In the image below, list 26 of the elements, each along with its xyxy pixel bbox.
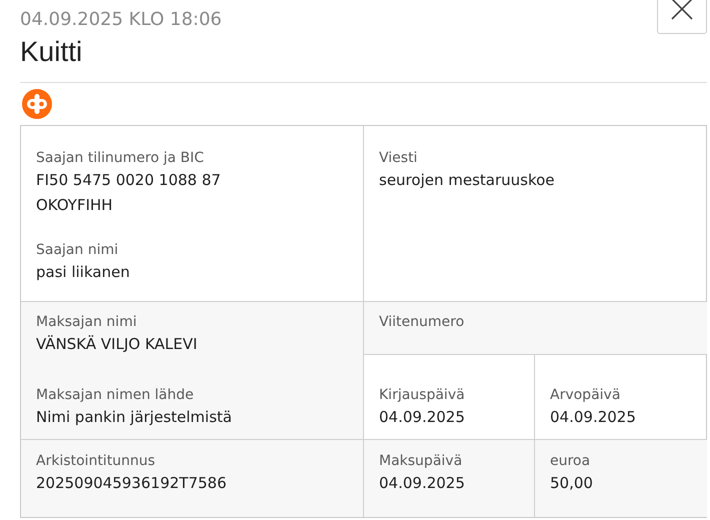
field-value: 04.09.2025 xyxy=(379,407,465,428)
field-value: 04.09.2025 xyxy=(550,407,636,428)
field-value: Nimi pankin järjestelmistä xyxy=(36,407,232,428)
close-icon xyxy=(670,0,694,21)
field-value: pasi liikanen xyxy=(36,262,130,283)
field-label: Viitenumero xyxy=(379,313,464,332)
field-value: VÄNSKÄ VILJO KALEVI xyxy=(36,334,198,355)
bank-logo-icon xyxy=(22,89,52,119)
field-label: Maksajan nimi xyxy=(36,313,137,332)
field-label: euroa xyxy=(550,452,590,471)
field-value: 50,00 xyxy=(550,473,593,494)
field-label: Saajan nimi xyxy=(36,241,118,260)
receipt-timestamp: 04.09.2025 KLO 18:06 xyxy=(20,9,222,31)
field-label: Arvopäivä xyxy=(550,386,620,405)
field-label: Saajan tilinumero ja BIC xyxy=(36,149,204,168)
receipt-title: Kuitti xyxy=(20,35,84,69)
field-label: Viesti xyxy=(379,149,418,168)
field-label: Kirjauspäivä xyxy=(379,386,465,405)
field-label: Arkistointitunnus xyxy=(36,452,156,471)
field-label: Maksajan nimen lähde xyxy=(36,386,194,405)
field-value: 202509045936192T7586 xyxy=(36,473,226,494)
field-value: OKOYFIHH xyxy=(36,195,113,216)
field-value: 04.09.2025 xyxy=(379,473,465,494)
field-label: Maksupäivä xyxy=(379,452,462,471)
field-value: seurojen mestaruuskoe xyxy=(379,170,555,191)
field-value: FI50 5475 0020 1088 87 xyxy=(36,170,221,191)
